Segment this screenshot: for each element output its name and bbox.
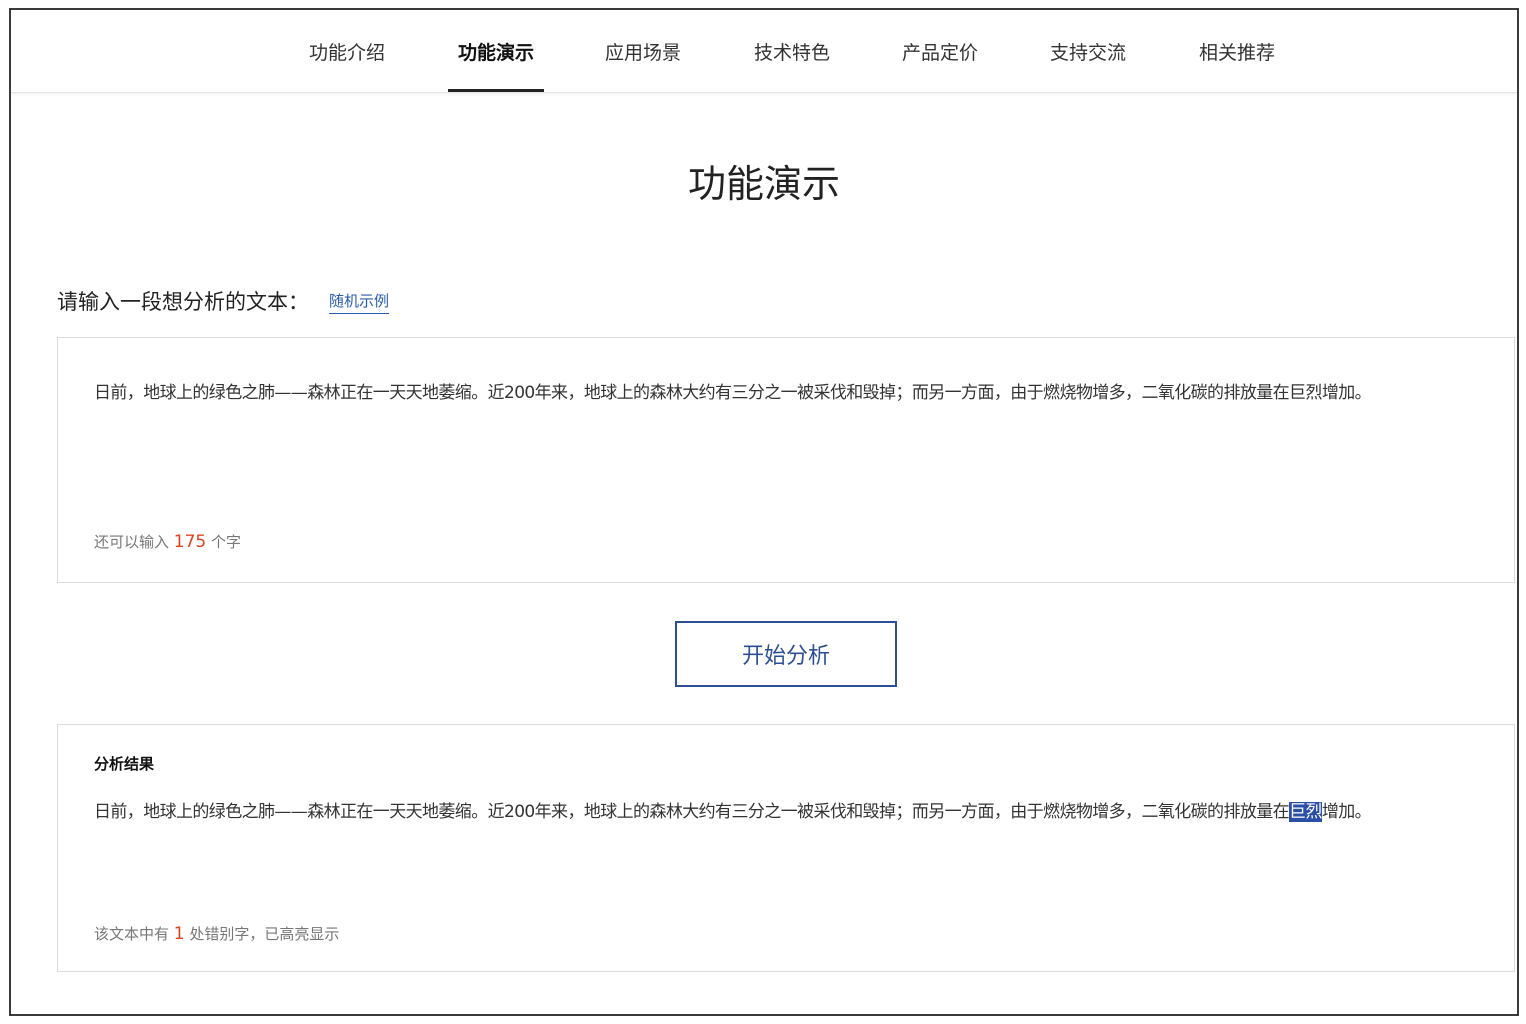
result-text-after: 增加。	[1321, 802, 1372, 822]
random-example-link[interactable]: 随机示例	[329, 290, 390, 314]
analysis-result-panel: 分析结果 日前，地球上的绿色之肺——森林正在一天天地萎缩。近200年来，地球上的…	[57, 724, 1515, 972]
remaining-suffix: 个字	[211, 533, 242, 551]
remaining-char-count: 还可以输入 175 个字	[94, 531, 241, 552]
remaining-number: 175	[173, 532, 207, 552]
tab-technical-features[interactable]: 技术特色	[742, 38, 842, 92]
result-text-before: 日前，地球上的绿色之肺——森林正在一天天地萎缩。近200年来，地球上的森林大约有…	[94, 802, 1290, 822]
input-prompt-label: 请输入一段想分析的文本：	[57, 290, 309, 314]
tab-product-pricing[interactable]: 产品定价	[890, 38, 990, 92]
tab-feature-demo[interactable]: 功能演示	[448, 38, 544, 92]
tab-application-scenarios[interactable]: 应用场景	[593, 38, 693, 92]
summary-prefix: 该文本中有	[94, 925, 170, 943]
result-title: 分析结果	[94, 755, 155, 773]
top-navigation: 功能介绍 功能演示 应用场景 技术特色 产品定价 支持交流 相关推荐	[11, 10, 1517, 93]
input-text-content[interactable]: 日前，地球上的绿色之肺——森林正在一天天地萎缩。近200年来，地球上的森林大约有…	[94, 378, 1372, 403]
summary-suffix: 处错别字，已高亮显示	[189, 925, 340, 943]
result-summary: 该文本中有 1 处错别字，已高亮显示	[94, 923, 339, 944]
tab-related-recommendations[interactable]: 相关推荐	[1187, 38, 1287, 92]
browser-frame: 功能介绍 功能演示 应用场景 技术特色 产品定价 支持交流 相关推荐 功能演示 …	[9, 8, 1519, 1016]
remaining-prefix: 还可以输入	[94, 533, 170, 551]
tab-feature-intro[interactable]: 功能介绍	[297, 38, 397, 92]
typo-highlight: 巨烈	[1289, 802, 1322, 822]
start-analysis-button[interactable]: 开始分析	[675, 621, 897, 687]
typo-count: 1	[173, 924, 185, 944]
text-input-area[interactable]: 日前，地球上的绿色之肺——森林正在一天天地萎缩。近200年来，地球上的森林大约有…	[57, 337, 1515, 583]
result-text: 日前，地球上的绿色之肺——森林正在一天天地萎缩。近200年来，地球上的森林大约有…	[94, 797, 1372, 822]
tab-support[interactable]: 支持交流	[1038, 38, 1138, 92]
page-title: 功能演示	[687, 162, 840, 206]
